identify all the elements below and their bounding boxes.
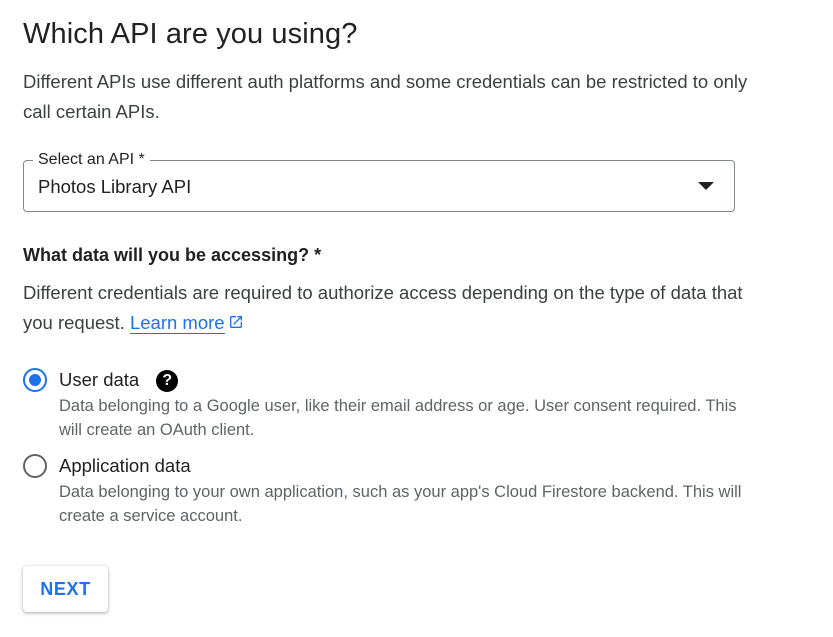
user-data-radio[interactable] [23,368,47,392]
arrow-drop-down-icon[interactable] [698,182,714,190]
application-data-label[interactable]: Application data [59,452,191,480]
help-icon[interactable]: ? [156,370,179,392]
application-data-description: Data belonging to your own application, … [59,483,742,525]
data-access-heading: What data will you be accessing? * [23,245,322,265]
next-button[interactable]: NEXT [23,566,108,612]
learn-more-link[interactable]: Learn more [129,312,225,334]
api-select-label: Select an API * [33,150,150,170]
page-title: Which API are you using? [23,18,358,50]
api-select-value: Photos Library API [38,176,192,197]
data-access-description: Different credentials are required to au… [23,278,743,339]
user-data-label[interactable]: User data? [59,366,179,394]
open-in-new-icon [228,309,244,339]
user-data-description: Data belonging to a Google user, like th… [59,397,737,439]
api-select[interactable]: Select an API * Photos Library API [23,150,735,212]
user-data-label-text[interactable]: User data [59,369,139,390]
intro-text: Different APIs use different auth platfo… [23,71,748,122]
application-data-radio[interactable] [23,454,47,478]
